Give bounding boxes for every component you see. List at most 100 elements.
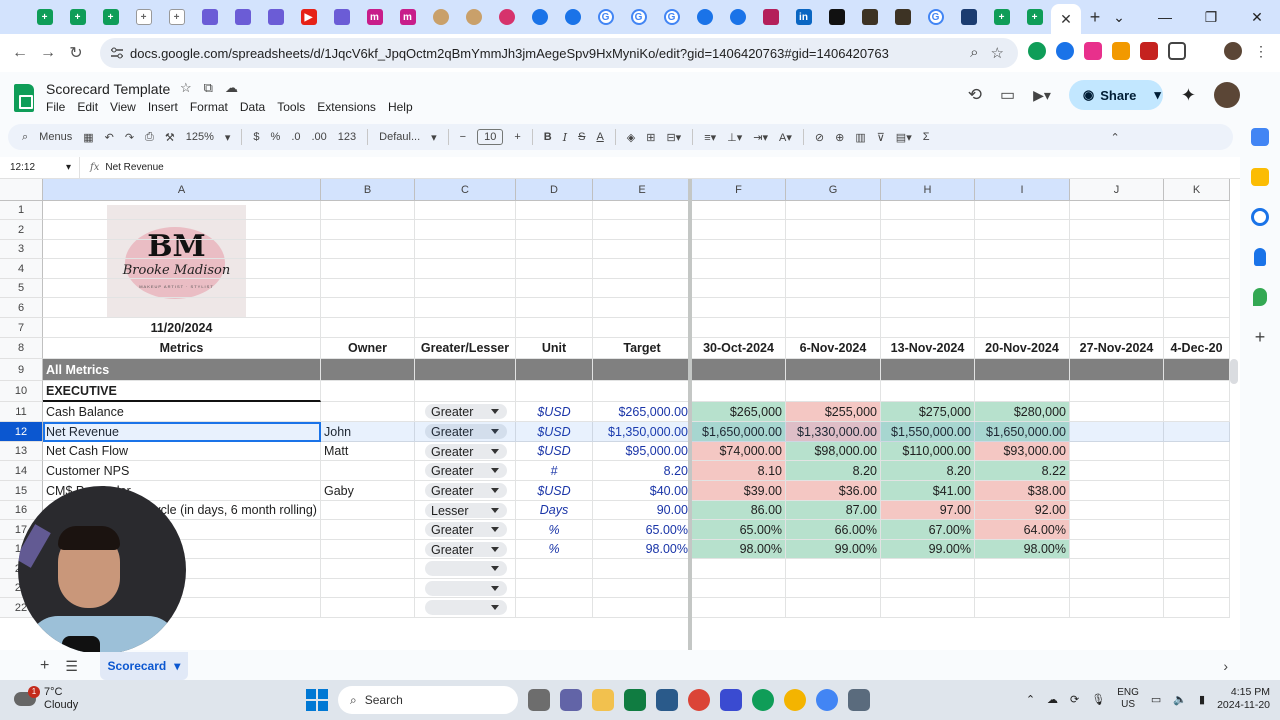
direction-dropdown[interactable]: Greater <box>425 444 507 459</box>
dropdown-arrow-icon[interactable] <box>491 605 499 610</box>
metric-unit[interactable]: Days <box>516 501 593 520</box>
chart-icon[interactable]: ▥ <box>855 131 865 144</box>
browser-tab[interactable] <box>886 4 919 30</box>
bold-icon[interactable]: B <box>544 131 552 143</box>
weather-widget[interactable]: 1 7°C Cloudy <box>14 686 78 712</box>
extension-icon[interactable] <box>1084 42 1102 60</box>
metric-unit[interactable]: $USD <box>516 481 593 501</box>
weekly-value[interactable]: 8.20 <box>786 461 881 481</box>
week-header[interactable]: 27-Nov-2024 <box>1070 338 1164 359</box>
dropdown-arrow-icon[interactable] <box>491 449 499 454</box>
meet-icon[interactable]: ▶▾ <box>1033 87 1051 104</box>
weekly-value[interactable]: 87.00 <box>786 501 881 520</box>
weekly-value[interactable]: $275,000 <box>881 402 975 422</box>
grid-cell[interactable] <box>881 381 975 402</box>
direction-dropdown[interactable]: Greater <box>425 483 507 498</box>
onedrive-icon[interactable]: ☁ <box>1047 693 1058 706</box>
grid-cell[interactable] <box>415 381 516 402</box>
metric-owner[interactable] <box>321 402 415 422</box>
plus-icon[interactable]: + <box>1251 328 1269 346</box>
section-executive[interactable]: EXECUTIVE <box>43 381 321 402</box>
grid-cell[interactable] <box>321 579 415 598</box>
vertical-align-icon[interactable]: ⊥▾ <box>727 131 742 144</box>
grid-cell[interactable] <box>415 240 516 259</box>
grid-cell[interactable] <box>1070 298 1164 318</box>
grid-cell[interactable] <box>881 240 975 259</box>
row-header-12[interactable]: 12 <box>0 422 43 442</box>
grid-cell[interactable] <box>43 298 321 318</box>
undo-icon[interactable]: ↶ <box>105 131 114 144</box>
weekly-value[interactable]: 86.00 <box>692 501 786 520</box>
column-header-i[interactable]: I <box>975 179 1070 201</box>
grid-cell[interactable] <box>321 259 415 279</box>
font-select[interactable]: Defaul... <box>379 131 420 143</box>
grid-cell[interactable] <box>516 381 593 402</box>
browser-tab[interactable] <box>952 4 985 30</box>
grid-cell[interactable] <box>786 559 881 579</box>
site-info-icon[interactable] <box>110 46 124 60</box>
grid-cell[interactable] <box>516 220 593 240</box>
comment-icon[interactable]: ⊕ <box>835 131 844 144</box>
bookmark-star-icon[interactable]: ☆ <box>991 44 1004 62</box>
metric-target[interactable]: 90.00 <box>593 501 692 520</box>
weekly-value[interactable]: 65.00% <box>692 520 786 540</box>
menu-extensions[interactable]: Extensions <box>317 100 376 114</box>
merge-cells-icon[interactable]: ⊟▾ <box>666 131 681 144</box>
weekly-value[interactable]: $41.00 <box>881 481 975 501</box>
browser-tab[interactable] <box>853 4 886 30</box>
move-folder-icon[interactable]: ⧉ <box>204 80 213 96</box>
grid-cell[interactable] <box>786 359 881 381</box>
chrome-profile-icon[interactable] <box>784 689 806 711</box>
grid-cell[interactable] <box>1164 318 1230 338</box>
dropdown-arrow-icon[interactable] <box>491 488 499 493</box>
grid-cell[interactable] <box>1164 598 1230 618</box>
grid-cell[interactable] <box>593 381 692 402</box>
url-field[interactable]: docs.google.com/spreadsheets/d/1JqcV6kf_… <box>100 38 1018 68</box>
grid-cell[interactable] <box>786 240 881 259</box>
menu-tools[interactable]: Tools <box>277 100 305 114</box>
grid-cell[interactable] <box>881 298 975 318</box>
battery-icon[interactable]: ▮ <box>1199 693 1205 706</box>
grid-cell[interactable] <box>692 279 786 298</box>
dropdown-arrow-icon[interactable] <box>491 468 499 473</box>
grid-cell[interactable] <box>881 259 975 279</box>
chevron-down-icon[interactable]: ▾ <box>225 131 231 144</box>
grid-cell[interactable] <box>516 240 593 259</box>
chevron-down-icon[interactable]: ▾ <box>431 131 437 144</box>
add-sheet-icon[interactable]: + <box>40 657 49 675</box>
grid-cell[interactable] <box>1164 520 1230 540</box>
grid-cell[interactable] <box>692 359 786 381</box>
dropdown-arrow-icon[interactable] <box>491 409 499 414</box>
freeze-divider[interactable] <box>688 179 692 650</box>
grid-cell[interactable] <box>321 279 415 298</box>
dropdown-arrow-icon[interactable] <box>491 586 499 591</box>
row-header-13[interactable]: 13 <box>0 442 43 461</box>
row-header-8[interactable]: 8 <box>0 338 43 359</box>
weekly-value[interactable]: $265,000 <box>692 402 786 422</box>
column-header-g[interactable]: G <box>786 179 881 201</box>
dropdown-arrow-icon[interactable] <box>491 508 499 513</box>
weekly-value[interactable]: $280,000 <box>975 402 1070 422</box>
browser-tab[interactable] <box>523 4 556 30</box>
grid-cell[interactable] <box>593 201 692 220</box>
weekly-value[interactable]: 98.00% <box>975 540 1070 559</box>
direction-dropdown[interactable]: Greater <box>425 404 507 419</box>
metric-unit[interactable]: $USD <box>516 442 593 461</box>
header-greaterlesser[interactable]: Greater/Lesser <box>415 338 516 359</box>
metric-unit[interactable]: % <box>516 520 593 540</box>
grid-cell[interactable] <box>593 359 692 381</box>
browser-tab[interactable]: in <box>787 4 820 30</box>
browser-tab[interactable]: ▶ <box>292 4 325 30</box>
keep-icon[interactable] <box>1251 168 1269 186</box>
clock[interactable]: 4:15 PM 2024-11-20 <box>1217 686 1270 712</box>
browser-tab[interactable]: + <box>127 4 160 30</box>
grid-cell[interactable] <box>1164 220 1230 240</box>
chevron-down-icon[interactable]: ⌄ <box>1096 9 1142 26</box>
column-header-e[interactable]: E <box>593 179 692 201</box>
functions-icon[interactable]: Σ <box>923 131 930 143</box>
browser-tab[interactable]: G <box>919 4 952 30</box>
grid-cell[interactable] <box>1164 201 1230 220</box>
metric-target[interactable]: $95,000.00 <box>593 442 692 461</box>
number-format-button[interactable]: 123 <box>338 131 356 143</box>
grid-cell[interactable] <box>43 259 321 279</box>
